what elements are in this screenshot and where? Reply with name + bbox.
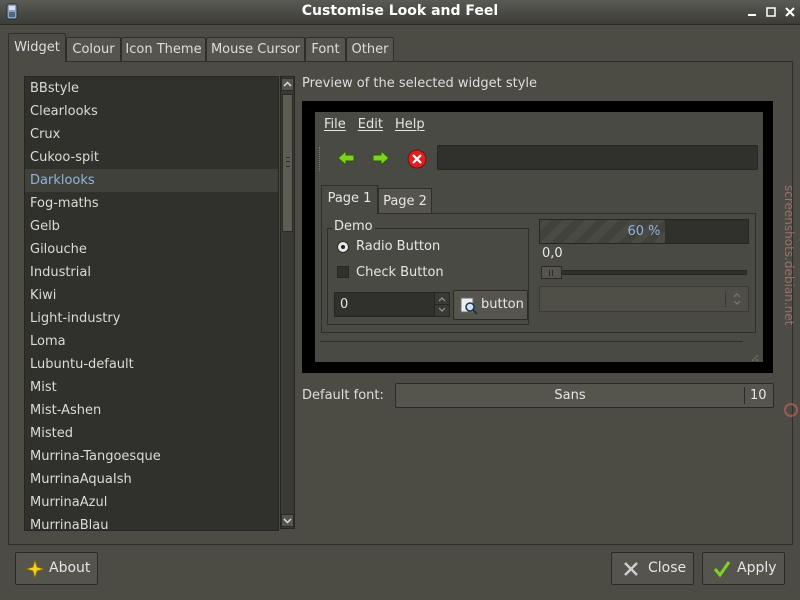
checkmark-icon [713, 560, 731, 578]
tab-font[interactable]: Font [305, 37, 346, 61]
apply-label: Apply [737, 560, 777, 576]
menu-edit[interactable]: Edit [358, 117, 383, 132]
close-label: Close [648, 560, 687, 576]
watermark-text: screenshots.debian.net [782, 185, 796, 326]
watermark: screenshots.debian.net [782, 185, 800, 425]
preview-button-label: button [481, 297, 524, 312]
tab-colour[interactable]: Colour [66, 37, 121, 61]
list-item[interactable]: Fog-maths [25, 192, 278, 215]
about-label: About [49, 560, 91, 576]
menu-file[interactable]: File [324, 117, 346, 132]
preview-statusbar-divider [320, 341, 743, 342]
preview-tab-page1[interactable]: Page 1 [321, 185, 378, 214]
menu-help[interactable]: Help [395, 117, 425, 132]
preview-tab-page2[interactable]: Page 2 [378, 188, 432, 213]
stop-icon[interactable] [407, 149, 427, 169]
minimize-button[interactable] [745, 5, 759, 19]
scroll-thumb[interactable] [282, 94, 293, 232]
list-item[interactable]: Lubuntu-default [25, 353, 278, 376]
progress-bar: 60 % [539, 219, 749, 244]
close-x-icon [622, 560, 640, 578]
list-item[interactable]: Cukoo-spit [25, 146, 278, 169]
tab-other[interactable]: Other [346, 37, 394, 61]
preview-entry[interactable] [437, 145, 758, 170]
about-button[interactable]: About [15, 552, 98, 585]
list-item[interactable]: Gelb [25, 215, 278, 238]
scroll-down-button[interactable] [281, 514, 294, 527]
close-window-button[interactable] [783, 5, 797, 19]
list-item[interactable]: Loma [25, 330, 278, 353]
list-item[interactable]: Clearlooks [25, 100, 278, 123]
minimize-icon [748, 14, 756, 16]
default-font-label: Default font: [302, 388, 384, 403]
spin-arrows[interactable] [434, 293, 449, 316]
close-icon [785, 7, 795, 17]
debian-logo-icon [784, 403, 798, 417]
list-item[interactable]: Mist [25, 376, 278, 399]
progress-text: 60 % [627, 224, 661, 239]
list-item[interactable]: MurrinaAzul [25, 491, 278, 514]
list-item[interactable]: Murrina-Tangoesque [25, 445, 278, 468]
font-name: Sans [554, 388, 586, 403]
toolbar-handle [319, 147, 324, 171]
close-button[interactable]: Close [611, 552, 694, 585]
list-item[interactable]: MurrinaAquaIsh [25, 468, 278, 491]
theme-list-scrollbar[interactable] [280, 76, 295, 529]
title-bar: Customise Look and Feel [0, 0, 800, 25]
spin-button[interactable]: 0 [334, 292, 450, 317]
list-item-selected[interactable]: Darklooks [25, 169, 278, 192]
preview-button[interactable]: button [453, 290, 528, 320]
list-item[interactable]: BBstyle [25, 77, 278, 100]
radio-button-label[interactable]: Radio Button [356, 239, 440, 254]
check-button-label[interactable]: Check Button [356, 265, 444, 280]
resize-grip-icon[interactable] [751, 351, 759, 361]
theme-list[interactable]: BBstyle Clearlooks Crux Cukoo-spit Darkl… [24, 76, 279, 531]
apply-button[interactable]: Apply [702, 552, 785, 585]
spin-value: 0 [340, 297, 349, 312]
preview-caption: Preview of the selected widget style [302, 76, 538, 91]
font-size: 10 [750, 388, 767, 403]
demo-frame-label: Demo [332, 219, 375, 234]
window-title: Customise Look and Feel [301, 3, 499, 19]
chevron-up-icon [283, 81, 292, 87]
maximize-icon [766, 7, 776, 17]
list-item[interactable]: Kiwi [25, 284, 278, 307]
chevron-down-icon [283, 518, 292, 524]
star-icon [24, 558, 46, 580]
list-item[interactable]: Gilouche [25, 238, 278, 261]
back-arrow-icon[interactable] [336, 149, 356, 167]
list-item[interactable]: Industrial [25, 261, 278, 284]
list-item[interactable]: Crux [25, 123, 278, 146]
scale-handle[interactable] [541, 266, 562, 279]
check-button[interactable] [337, 266, 349, 278]
font-picker-button[interactable]: Sans 10 [395, 383, 774, 408]
tab-mouse-cursor[interactable]: Mouse Cursor [206, 37, 305, 61]
tab-widget[interactable]: Widget [8, 33, 66, 62]
zoom-icon [460, 297, 478, 315]
scale-value: 0,0 [542, 246, 563, 261]
scale-track[interactable] [541, 270, 747, 275]
tab-icon-theme[interactable]: Icon Theme [121, 37, 206, 61]
list-item[interactable]: Mist-Ashen [25, 399, 278, 422]
list-item[interactable]: Misted [25, 422, 278, 445]
list-item[interactable]: MurrinaBlau [25, 514, 278, 530]
maximize-button[interactable] [764, 5, 778, 19]
preview-menubar: File Edit Help [324, 117, 437, 132]
spin-arrows-icon [435, 297, 449, 312]
scroll-up-button[interactable] [281, 78, 294, 91]
radio-button[interactable] [337, 241, 349, 253]
preview-combo-box[interactable] [539, 286, 749, 312]
list-item[interactable]: Light-industry [25, 307, 278, 330]
forward-arrow-icon[interactable] [371, 149, 391, 167]
combo-arrows-icon [733, 293, 741, 305]
